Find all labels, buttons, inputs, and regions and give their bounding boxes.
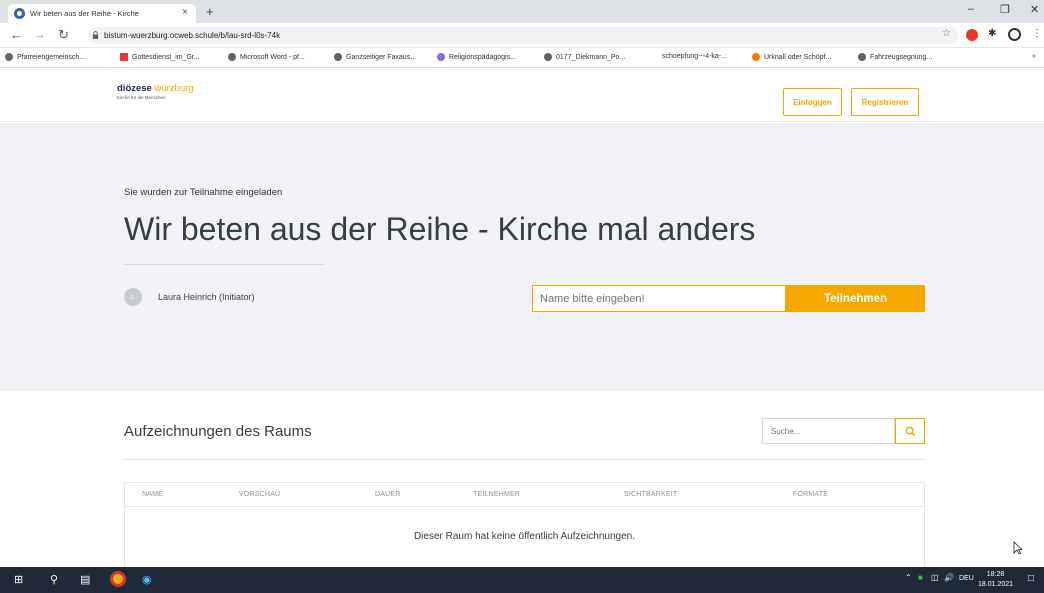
forward-arrow-icon[interactable]: → <box>33 27 46 42</box>
bookmark-item[interactable]: Microsoft Word - pf... <box>228 53 305 61</box>
owner-avatar: L <box>124 288 142 306</box>
search-icon <box>905 426 915 436</box>
window-close-icon[interactable]: ✕ <box>1030 3 1039 16</box>
menu-kebab-icon[interactable]: ⋮ <box>1032 28 1042 39</box>
chrome-icon[interactable] <box>110 571 126 587</box>
bookmark-item[interactable]: Pfarreiengemeinsch... <box>5 53 85 61</box>
globe-icon <box>544 53 552 61</box>
url-text: bistum-wuerzburg.ocweb.schule/b/lau-srd-… <box>104 31 281 40</box>
tab-title: Wir beten aus der Reihe - Kirche <box>30 9 139 18</box>
tray-chevron-icon[interactable]: ⌃ <box>905 573 912 582</box>
tray-app-icon[interactable]: ■ <box>918 573 923 582</box>
notification-icon[interactable]: □ <box>1028 573 1034 584</box>
room-hero: Sie wurden zur Teilnahme eingeladen Wir … <box>0 123 1044 391</box>
system-clock[interactable]: 18:28 18.01.2021 <box>978 570 1013 590</box>
globe-icon <box>858 53 866 61</box>
column-header-preview[interactable]: VORSCHAU <box>239 491 280 498</box>
site-favicon-icon <box>14 8 25 19</box>
bookmark-star-icon[interactable]: ☆ <box>942 28 951 39</box>
back-arrow-icon[interactable]: ← <box>10 27 23 42</box>
browser-tab[interactable]: Wir beten aus der Reihe - Kirche × <box>8 4 196 23</box>
bookmark-item[interactable]: Urknall oder Schöpf... <box>752 53 831 61</box>
divider <box>124 459 925 460</box>
adblock-icon[interactable] <box>966 29 978 41</box>
bookmark-item[interactable]: Religionspädagogis... <box>437 53 516 61</box>
url-field[interactable]: bistum-wuerzburg.ocweb.schule/b/lau-srd-… <box>88 27 958 44</box>
bookmark-item[interactable]: schoepfung---4-ka-... <box>662 53 727 60</box>
column-header-name[interactable]: NAME <box>142 491 163 498</box>
tab-close-icon[interactable]: × <box>182 7 188 18</box>
search-button[interactable] <box>895 418 925 444</box>
login-button[interactable]: Einloggen <box>783 88 842 116</box>
address-bar-row: ← → ↻ bistum-wuerzburg.ocweb.schule/b/la… <box>0 23 1044 48</box>
globe-icon <box>5 53 13 61</box>
bookmarks-more[interactable]: » <box>1032 53 1036 60</box>
column-header-participants[interactable]: TEILNEHMER <box>473 491 520 498</box>
windows-taskbar: ⊞ ⚲ ▤ ◉ ⌃ ■ ◫ 🔊 DEU 18:28 18.01.2021 □ <box>0 567 1044 593</box>
recordings-search <box>762 418 925 444</box>
register-button[interactable]: Registrieren <box>851 88 919 116</box>
join-button[interactable]: Teilnehmen <box>786 285 925 312</box>
empty-state-message: Dieser Raum hat keine öffentlich Aufzeic… <box>413 531 636 542</box>
globe-icon <box>228 53 236 61</box>
site-header: diözese würzburg Kirche für die Menschen… <box>0 68 1044 122</box>
recordings-table: NAME VORSCHAU DAUER TEILNEHMER SICHTBARK… <box>124 482 925 567</box>
owner-name: Laura Heinrich (Initiator) <box>158 292 255 302</box>
restore-icon[interactable]: ❐ <box>1000 3 1010 16</box>
mouse-cursor-icon <box>1013 541 1023 555</box>
new-tab-button[interactable]: + <box>206 4 214 19</box>
column-header-visibility[interactable]: SICHTBARKEIT <box>624 491 677 498</box>
column-header-formats[interactable]: FORMATE <box>793 491 828 498</box>
bookmark-icon <box>752 53 760 61</box>
divider <box>124 264 324 265</box>
network-icon[interactable]: ◫ <box>931 573 939 582</box>
lock-icon <box>92 31 99 39</box>
bookmark-item[interactable]: Fahrzeugsegnung... <box>858 53 932 61</box>
globe-icon <box>334 53 342 61</box>
site-logo[interactable]: diözese würzburg Kirche für die Menschen <box>117 83 194 100</box>
bookmark-item[interactable]: 0177_Diekmann_Po... <box>544 53 625 61</box>
minimize-icon[interactable]: – <box>968 3 974 15</box>
bookmark-item[interactable]: Gottesdienst_im_Gr... <box>120 53 200 61</box>
invite-text: Sie wurden zur Teilnahme eingeladen <box>124 187 283 198</box>
globe-app-icon[interactable]: ◉ <box>142 573 152 586</box>
diamond-icon <box>437 53 445 61</box>
bookmark-item[interactable]: Ganzseitiger Faxaus... <box>334 53 416 61</box>
room-title: Wir beten aus der Reihe - Kirche mal and… <box>124 211 756 247</box>
bookmarks-bar: Pfarreiengemeinsch... Gottesdienst_im_Gr… <box>0 48 1044 68</box>
windows-start-icon[interactable]: ⊞ <box>14 573 23 586</box>
profile-icon[interactable] <box>1008 28 1021 41</box>
volume-icon[interactable]: 🔊 <box>944 573 954 582</box>
extensions-puzzle-icon[interactable]: ✱ <box>988 28 996 39</box>
task-view-icon[interactable]: ▤ <box>80 573 90 586</box>
search-input[interactable] <box>762 418 895 444</box>
recordings-title: Aufzeichnungen des Raums <box>124 423 312 440</box>
search-icon[interactable]: ⚲ <box>50 573 58 586</box>
bookmark-icon <box>120 53 128 61</box>
name-input[interactable] <box>532 285 786 312</box>
page-content: diözese würzburg Kirche für die Menschen… <box>0 68 1044 567</box>
table-header: NAME VORSCHAU DAUER TEILNEHMER SICHTBARK… <box>125 483 924 507</box>
language-indicator[interactable]: DEU <box>959 575 974 582</box>
browser-tab-strip: Wir beten aus der Reihe - Kirche × + – ❐… <box>0 0 1044 23</box>
reload-icon[interactable]: ↻ <box>58 27 69 43</box>
column-header-duration[interactable]: DAUER <box>375 491 401 498</box>
